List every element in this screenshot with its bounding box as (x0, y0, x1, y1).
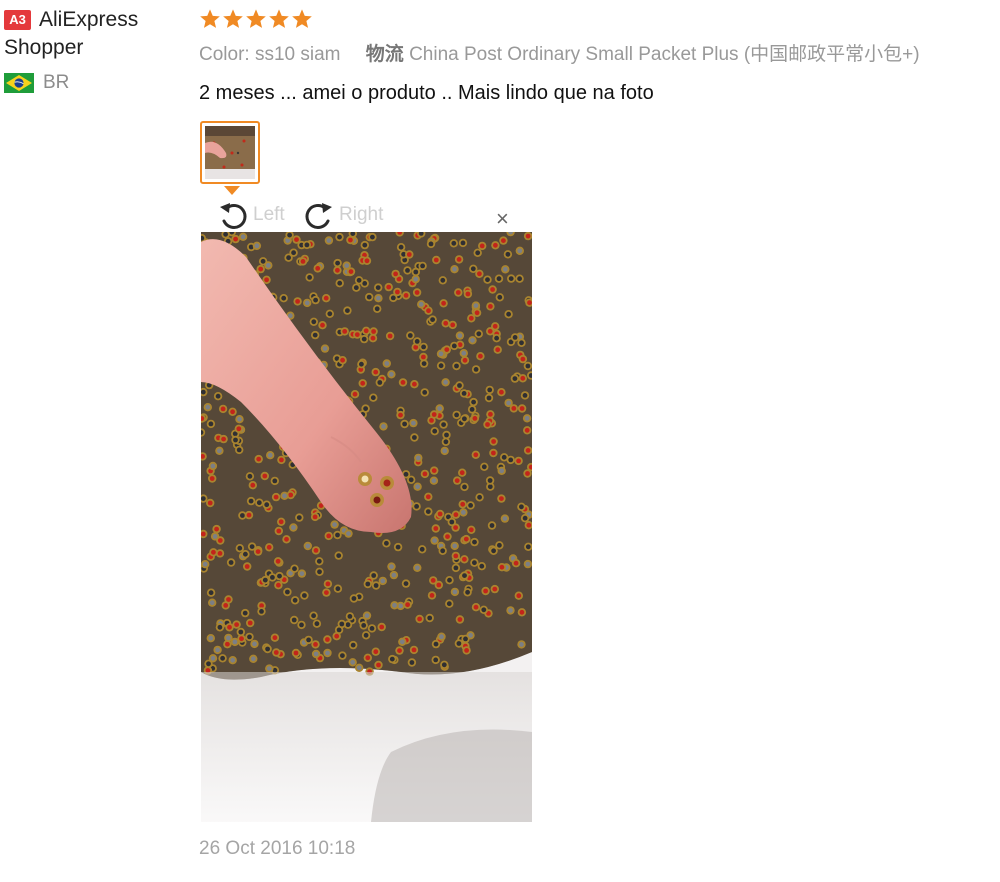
reviewer-country: BR (4, 72, 194, 94)
close-viewer-button[interactable]: × (496, 208, 509, 230)
logistics-label: 物流 (365, 44, 404, 65)
rotate-left-icon (220, 203, 247, 229)
color-value: ss10 siam (254, 44, 341, 65)
thumbnail-image (205, 126, 255, 179)
level-badge: A3 (4, 10, 31, 31)
rotate-right-button[interactable]: Right (301, 199, 383, 231)
country-code: BR (43, 72, 70, 93)
star-icon (269, 9, 289, 28)
review-body: Color: ss10 siam 物流 China Post Ordinary … (199, 6, 999, 105)
rotate-left-button[interactable]: Left (217, 199, 285, 231)
color-label: Color: (199, 44, 250, 65)
review-photo-image (201, 232, 532, 822)
image-rotate-controls: Left Right (217, 199, 517, 229)
rotate-left-label: Left (253, 204, 285, 225)
star-rating (199, 6, 999, 32)
review-photo (201, 232, 532, 822)
star-icon (246, 9, 266, 28)
star-icon (223, 9, 243, 28)
star-icon (200, 9, 220, 28)
star-icon (292, 9, 312, 28)
brazil-flag-icon (4, 73, 34, 93)
photo-thumbnail[interactable] (200, 121, 260, 184)
review-date: 26 Oct 2016 10:18 (199, 838, 356, 859)
logistics-value: China Post Ordinary Small Packet Plus (中… (409, 44, 920, 65)
review-text: 2 meses ... amei o produto .. Mais lindo… (199, 82, 654, 104)
reviewer-info: A3 AliExpress Shopper BR (4, 6, 194, 94)
rotate-right-label: Right (339, 204, 384, 225)
thumbnail-pointer (224, 186, 240, 195)
reviewer-name-block: A3 AliExpress Shopper (4, 6, 194, 62)
review-meta: Color: ss10 siam 物流 China Post Ordinary … (199, 39, 999, 66)
rotate-right-icon (305, 203, 332, 229)
